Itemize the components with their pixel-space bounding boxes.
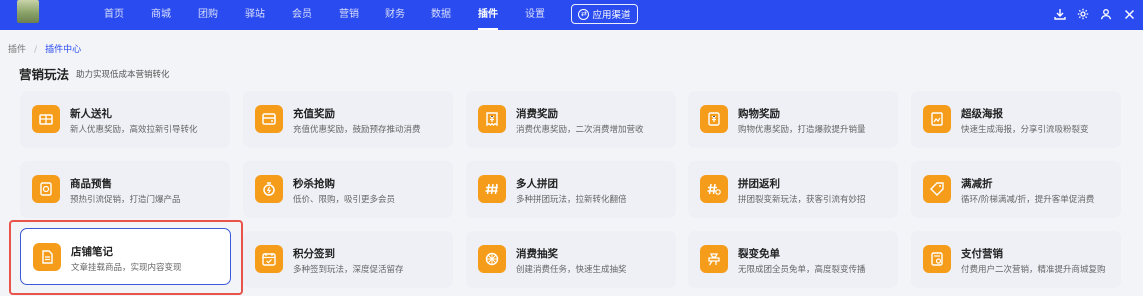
plugin-card-desc: 多种签到玩法，深度促活留存 <box>293 265 404 275</box>
group-buy-icon <box>478 175 506 203</box>
plugin-card-payment-marketing[interactable]: 支付营销 付费用户二次营销，精准提升商城复购 <box>911 231 1121 288</box>
app-channel-button[interactable]: ⇄ 应用渠道 <box>571 4 638 24</box>
plugin-card-consume-reward[interactable]: 消费奖励 消费优惠奖励，二次消费增加营收 <box>466 91 676 148</box>
section-subtitle: 助力实现低成本营销转化 <box>76 70 170 80</box>
plugin-card-desc: 循环/阶梯满减/折，提升客单促消费 <box>961 195 1095 205</box>
plugin-card-desc: 购物优惠奖励，打造爆款提升销量 <box>738 125 866 135</box>
nav-home[interactable]: 首页 <box>104 0 124 30</box>
plugin-card-desc: 多种拼团玩法，拉新转化翻倍 <box>516 195 627 205</box>
breadcrumb-separator: / <box>34 45 38 55</box>
breadcrumb-current: 插件中心 <box>45 45 82 55</box>
plugin-card-new-user-gift[interactable]: 新人送礼 新人优惠奖励，高效拉新引导转化 <box>20 91 230 148</box>
plugin-card-desc: 创建消费任务，快速生成抽奖 <box>516 265 627 275</box>
nav-station[interactable]: 驿站 <box>245 0 265 30</box>
breadcrumb-root[interactable]: 插件 <box>8 45 26 55</box>
plugin-card-shopping-reward[interactable]: 购物奖励 购物优惠奖励，打造爆款提升销量 <box>688 91 898 148</box>
payment-marketing-icon <box>923 245 951 273</box>
plugin-card-desc: 拼团裂变新玩法，获客引流有妙招 <box>738 195 866 205</box>
checkin-icon <box>255 245 283 273</box>
lottery-wheel-icon <box>478 245 506 273</box>
user-icon[interactable] <box>1099 7 1113 21</box>
plugin-card-desc: 消费优惠奖励，二次消费增加营收 <box>516 125 644 135</box>
section-title: 营销玩法 <box>19 67 70 82</box>
flash-sale-icon <box>255 175 283 203</box>
nav-settings[interactable]: 设置 <box>525 0 545 30</box>
plugin-card-lottery[interactable]: 消费抽奖 创建消费任务，快速生成抽奖 <box>466 231 676 288</box>
plugin-card-recharge-reward[interactable]: 充值奖励 充值优惠奖励，鼓励预存推动消费 <box>243 91 453 148</box>
top-nav-bar: 首页 商城 团购 驿站 会员 营销 财务 数据 插件 设置 ⇄ 应用渠道 <box>0 0 1143 30</box>
breadcrumb: 插件 / 插件中心 <box>8 42 81 55</box>
app-channel-label: 应用渠道 <box>592 10 631 21</box>
plugin-card-desc: 预热引流促销，打造门爆产品 <box>70 195 181 205</box>
nav-plugins[interactable]: 插件 <box>478 0 498 30</box>
plugin-card-points-checkin[interactable]: 积分签到 多种签到玩法，深度促活留存 <box>243 231 453 288</box>
nav-finance[interactable]: 财务 <box>385 0 405 30</box>
plugin-card-desc: 充值优惠奖励，鼓励预存推动消费 <box>293 125 421 135</box>
plugin-card-desc: 付费用户二次营销，精准提升商城复购 <box>961 265 1106 275</box>
nav-marketing[interactable]: 营销 <box>339 0 359 30</box>
plugin-card-free-order[interactable]: 裂变免单 无限成团全员免单，高度裂变传播 <box>688 231 898 288</box>
plugin-card-title: 秒杀抢购 <box>293 178 335 190</box>
plugin-card-title: 商品预售 <box>70 178 112 190</box>
plugin-card-desc: 无限成团全员免单，高度裂变传播 <box>738 265 866 275</box>
shopping-reward-icon <box>700 105 728 133</box>
plugin-card-full-reduction[interactable]: 满减折 循环/阶梯满减/折，提升客单促消费 <box>911 161 1121 218</box>
close-icon[interactable] <box>1122 7 1136 21</box>
plugin-card-super-poster[interactable]: 超级海报 快速生成海报，分享引流吸粉裂变 <box>911 91 1121 148</box>
wallet-icon <box>255 105 283 133</box>
gift-card-icon <box>32 105 60 133</box>
plugin-card-presale[interactable]: 商品预售 预热引流促销，打造门爆产品 <box>20 161 230 218</box>
plugin-card-title: 支付营销 <box>961 248 1003 260</box>
discount-tag-icon <box>923 175 951 203</box>
poster-icon <box>923 105 951 133</box>
plugin-card-group-buy[interactable]: 多人拼团 多种拼团玩法，拉新转化翻倍 <box>466 161 676 218</box>
plugin-card-desc: 低价、限购，吸引更多会员 <box>293 195 396 205</box>
plugin-card-title: 满减折 <box>961 178 993 190</box>
group-rebate-icon <box>700 175 728 203</box>
plugin-card-title: 超级海报 <box>961 108 1003 120</box>
plugin-card-title: 拼团返利 <box>738 178 780 190</box>
gear-icon[interactable] <box>1076 7 1090 21</box>
plugin-card-title: 新人送礼 <box>70 108 112 120</box>
free-order-icon <box>700 245 728 273</box>
plugin-card-title: 积分签到 <box>293 248 335 260</box>
download-icon[interactable] <box>1053 7 1067 21</box>
plugin-card-flash-sale[interactable]: 秒杀抢购 低价、限购，吸引更多会员 <box>243 161 453 218</box>
plugin-card-title: 购物奖励 <box>738 108 780 120</box>
receipt-icon <box>478 105 506 133</box>
presale-icon <box>32 175 60 203</box>
plugin-card-desc: 新人优惠奖励，高效拉新引导转化 <box>70 125 198 135</box>
nav-group-buy[interactable]: 团购 <box>198 0 218 30</box>
plugin-card-title: 消费抽奖 <box>516 248 558 260</box>
highlight-frame <box>9 220 243 295</box>
channel-icon: ⇄ <box>578 8 590 20</box>
nav-member[interactable]: 会员 <box>292 0 312 30</box>
plugin-card-desc: 快速生成海报，分享引流吸粉裂变 <box>961 125 1089 135</box>
plugin-card-title: 消费奖励 <box>516 108 558 120</box>
plugin-card-title: 裂变免单 <box>738 248 780 260</box>
nav-mall[interactable]: 商城 <box>151 0 171 30</box>
store-logo[interactable] <box>17 0 39 23</box>
plugin-card-title: 充值奖励 <box>293 108 335 120</box>
nav-data[interactable]: 数据 <box>431 0 451 30</box>
plugin-card-title: 多人拼团 <box>516 178 558 190</box>
plugin-card-group-rebate[interactable]: 拼团返利 拼团裂变新玩法，获客引流有妙招 <box>688 161 898 218</box>
